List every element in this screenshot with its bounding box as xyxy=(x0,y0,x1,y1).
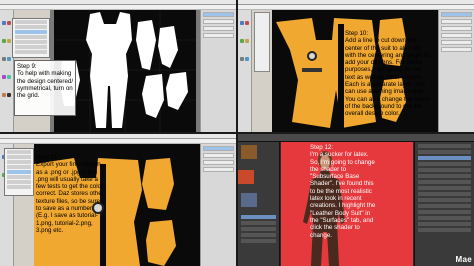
tool-icon[interactable] xyxy=(7,93,11,97)
layer-row[interactable] xyxy=(203,12,234,17)
panel-step-10: Step 10: Add a line to cut down the cent… xyxy=(238,0,474,132)
tool-icon[interactable] xyxy=(245,57,249,61)
layer-row[interactable] xyxy=(203,26,234,31)
tool-icon[interactable] xyxy=(245,21,249,25)
tool-icon[interactable] xyxy=(240,57,244,61)
layer-row[interactable] xyxy=(203,146,234,151)
daz-surfaces-panel[interactable] xyxy=(414,142,474,266)
step-12-text: Step 12: I'm a sucker for latex. So, I'm… xyxy=(310,144,376,239)
layer-row[interactable] xyxy=(441,19,472,24)
step-9-text: Step 9: To help with making the design c… xyxy=(17,63,74,100)
tool-icon[interactable] xyxy=(7,21,11,25)
tool-icon[interactable] xyxy=(240,39,244,43)
tool-icon[interactable] xyxy=(2,75,6,79)
step-10-text: Step 10: Add a line to cut down the cent… xyxy=(345,30,431,118)
layer-row[interactable] xyxy=(203,33,234,38)
layers-panel[interactable] xyxy=(200,144,236,266)
tool-options-panel[interactable] xyxy=(254,12,270,72)
tool-icon[interactable] xyxy=(7,75,11,79)
tool-icon[interactable] xyxy=(2,21,6,25)
layer-row[interactable] xyxy=(441,47,472,52)
panel-step-12: Step 12: I'm a sucker for latex. So, I'm… xyxy=(238,134,474,266)
tool-icon[interactable] xyxy=(2,57,6,61)
layers-panel[interactable] xyxy=(438,10,474,132)
layer-row[interactable] xyxy=(203,160,234,165)
watermark-logo: Mae xyxy=(455,255,472,264)
layer-row[interactable] xyxy=(441,26,472,31)
panel-step-11: Step 11: Export your final design as a .… xyxy=(0,134,236,266)
step-note-box: Step 9: To help with making the design c… xyxy=(14,60,76,116)
content-thumbnail[interactable] xyxy=(241,145,257,159)
panel-step-9: Step 9: To help with making the design c… xyxy=(0,0,236,132)
tool-icon[interactable] xyxy=(7,39,11,43)
context-menu[interactable] xyxy=(12,18,50,58)
layer-row[interactable] xyxy=(203,19,234,24)
step-11-text: Step 11: Export your final design as a .… xyxy=(36,154,104,234)
layer-row[interactable] xyxy=(441,33,472,38)
layer-row[interactable] xyxy=(203,153,234,158)
tool-icon[interactable] xyxy=(2,93,6,97)
tool-icon[interactable] xyxy=(7,57,11,61)
surface-row-selected[interactable] xyxy=(418,156,471,160)
file-menu[interactable] xyxy=(4,148,34,196)
content-thumbnail[interactable] xyxy=(238,170,254,184)
daz-toolbar[interactable] xyxy=(238,134,474,142)
tool-icon[interactable] xyxy=(240,21,244,25)
toolbox-panel[interactable] xyxy=(238,10,252,132)
daz-content-library[interactable] xyxy=(238,142,280,266)
layers-panel[interactable] xyxy=(200,10,236,132)
layer-row[interactable] xyxy=(203,167,234,172)
tool-icon[interactable] xyxy=(2,39,6,43)
layer-row[interactable] xyxy=(441,40,472,45)
layer-row[interactable] xyxy=(441,12,472,17)
tool-icon[interactable] xyxy=(245,39,249,43)
content-thumbnail[interactable] xyxy=(241,193,257,207)
